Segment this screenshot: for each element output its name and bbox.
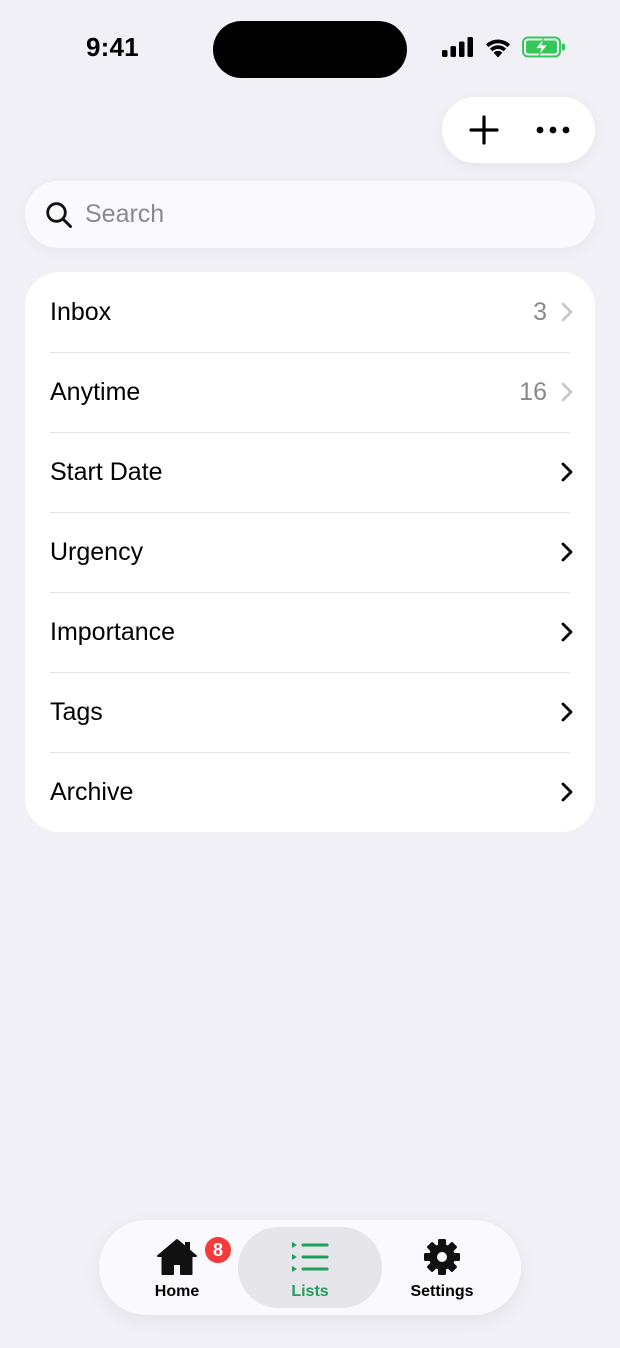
tab-lists-icon-wrap	[290, 1237, 330, 1277]
house-icon	[157, 1239, 197, 1275]
plus-icon	[469, 115, 499, 145]
tab-bar: Home 8 Lists Settings	[99, 1220, 521, 1315]
list-item-urgency[interactable]: Urgency	[25, 512, 595, 592]
toolbar-actions	[442, 97, 595, 163]
list-item-label: Urgency	[50, 537, 144, 566]
chevron-right-icon	[561, 382, 573, 402]
tab-settings-label: Settings	[410, 1283, 474, 1300]
more-button[interactable]	[529, 106, 577, 154]
tab-home-label: Home	[154, 1283, 200, 1300]
magnifier-icon	[46, 201, 72, 228]
list-icon	[292, 1242, 329, 1272]
tab-lists[interactable]: Lists	[238, 1227, 382, 1308]
battery-charging-icon	[522, 36, 565, 58]
cellular-signal-icon	[442, 37, 473, 57]
tab-lists-label: Lists	[291, 1283, 329, 1300]
tab-settings-icon-wrap	[422, 1237, 462, 1277]
list-item-archive[interactable]: Archive	[25, 752, 595, 832]
dynamic-island	[213, 21, 407, 78]
chevron-right-icon	[561, 462, 573, 482]
status-icons	[442, 36, 566, 58]
lists-card: Inbox 3 Anytime 16 Start Date Urgency Im…	[25, 272, 595, 832]
chevron-right-icon	[561, 782, 573, 802]
list-item-label: Importance	[50, 617, 176, 646]
list-item-count: 16	[519, 377, 547, 406]
tab-settings[interactable]: Settings	[370, 1227, 514, 1308]
list-item-start-date[interactable]: Start Date	[25, 432, 595, 512]
list-item-label: Inbox	[50, 297, 112, 326]
list-item-label: Archive	[50, 777, 134, 806]
search-input[interactable]	[85, 200, 545, 229]
list-item-inbox[interactable]: Inbox 3	[25, 272, 595, 352]
chevron-right-icon	[561, 542, 573, 562]
list-item-count: 3	[533, 297, 547, 326]
tab-home-icon-wrap	[155, 1237, 199, 1277]
status-time: 9:41	[86, 32, 139, 62]
chevron-right-icon	[561, 702, 573, 722]
chevron-right-icon	[561, 302, 573, 322]
list-item-anytime[interactable]: Anytime 16	[25, 352, 595, 432]
add-button[interactable]	[460, 106, 508, 154]
tab-home[interactable]: Home 8	[105, 1227, 249, 1308]
gear-icon	[424, 1239, 460, 1275]
list-item-label: Tags	[50, 697, 103, 726]
search-bar[interactable]	[25, 181, 595, 248]
list-item-label: Anytime	[50, 377, 141, 406]
list-item-label: Start Date	[50, 457, 163, 486]
chevron-right-icon	[561, 622, 573, 642]
list-item-tags[interactable]: Tags	[25, 672, 595, 752]
notification-badge: 8	[203, 1235, 233, 1265]
wifi-icon	[486, 39, 510, 58]
ellipsis-icon	[536, 126, 570, 134]
list-item-importance[interactable]: Importance	[25, 592, 595, 672]
